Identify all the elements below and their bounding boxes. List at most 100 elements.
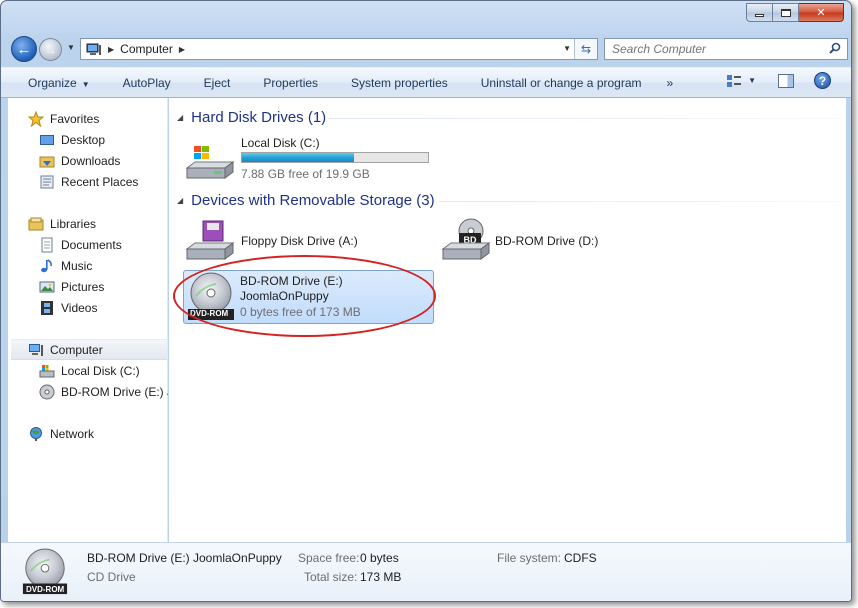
address-dropdown-icon[interactable]: ▼: [563, 44, 571, 53]
dvd-rom-badge: DVD-ROM: [26, 585, 65, 594]
system-properties-button[interactable]: System properties: [333, 76, 463, 90]
star-icon: [28, 110, 44, 127]
bd-rom-drive-icon: BD: [441, 218, 491, 260]
refresh-button[interactable]: ⇆: [574, 39, 597, 59]
sidebar-item-label: Desktop: [61, 132, 106, 147]
documents-icon: [41, 237, 53, 252]
group-title: Hard Disk Drives (1): [191, 108, 327, 126]
sidebar-item-label: Local Disk (C:): [61, 363, 140, 378]
eject-button[interactable]: Eject: [186, 76, 246, 90]
drive-tile-bd-rom-d[interactable]: BD BD-ROM Drive (D:): [439, 215, 669, 265]
sidebar-item-network[interactable]: Network: [28, 423, 94, 444]
sidebar-item-label: Network: [50, 426, 95, 441]
close-icon: ✕: [816, 7, 826, 19]
minimize-icon: [755, 14, 764, 17]
back-arrow-icon: ←: [16, 40, 32, 58]
command-bar: Organize ▼ AutoPlay Eject Properties Syst…: [1, 67, 851, 98]
space-free-value: 0 bytes: [360, 551, 399, 565]
refresh-icon: ⇆: [580, 42, 592, 56]
autoplay-button[interactable]: AutoPlay: [105, 76, 186, 90]
maximize-icon: [780, 8, 791, 17]
drive-tile-floppy-a[interactable]: Floppy Disk Drive (A:): [183, 215, 413, 265]
group-header-hard-disk-drives[interactable]: ◢ Hard Disk Drives (1): [177, 107, 326, 127]
sidebar-item-recent-places[interactable]: Recent Places: [39, 171, 138, 192]
content-pane: ◢ Hard Disk Drives (1) Local Disk (C:) 7…: [169, 98, 846, 542]
sidebar-item-downloads[interactable]: Downloads: [39, 150, 120, 171]
search-input[interactable]: [612, 42, 822, 56]
computer-icon: [86, 43, 101, 55]
minimize-button[interactable]: [746, 3, 773, 22]
sidebar-item-libraries[interactable]: Libraries: [28, 213, 96, 234]
sidebar-item-favorites[interactable]: Favorites: [28, 108, 99, 129]
drive-free-space: 7.88 GB free of 19.9 GB: [241, 167, 370, 181]
disk-usage-fill: [242, 153, 354, 162]
network-icon: [30, 426, 42, 441]
sidebar-item-label: Pictures: [61, 279, 105, 294]
help-icon[interactable]: ?: [814, 72, 831, 89]
navigation-row: ← → ▼ ▶ Computer ▶ ▼ ⇆: [9, 35, 848, 63]
drive-tile-local-disk-c[interactable]: Local Disk (C:) 7.88 GB free of 19.9 GB: [183, 134, 453, 186]
drive-free-space: 0 bytes free of 173 MB: [240, 305, 361, 319]
music-note-icon: [41, 258, 52, 272]
sidebar-item-local-disk[interactable]: Local Disk (C:): [39, 360, 140, 381]
drive-name: BD-ROM Drive (E:): [240, 274, 343, 288]
back-button[interactable]: ←: [11, 36, 37, 62]
sidebar-item-music[interactable]: Music: [39, 255, 92, 276]
dvd-rom-badge: DVD-ROM: [190, 309, 229, 318]
forward-button[interactable]: →: [39, 38, 62, 61]
organize-button[interactable]: Organize ▼: [1, 76, 105, 90]
sidebar-item-bd-rom-e[interactable]: BD-ROM Drive (E:) JoomlaOnPuppy: [39, 381, 168, 402]
more-commands-button[interactable]: »: [657, 76, 684, 90]
sidebar-item-documents[interactable]: Documents: [39, 234, 122, 255]
maximize-button[interactable]: [773, 3, 799, 22]
total-size-label: Total size:: [304, 570, 358, 584]
optical-disc-icon: [39, 384, 55, 399]
downloads-folder-icon: [39, 156, 55, 167]
uninstall-program-button[interactable]: Uninstall or change a program: [463, 76, 657, 90]
recent-pages-dropdown[interactable]: ▼: [67, 43, 75, 52]
floppy-drive-icon: [185, 220, 235, 260]
search-box[interactable]: [604, 38, 848, 60]
properties-button[interactable]: Properties: [245, 76, 333, 90]
breadcrumb-computer[interactable]: Computer: [120, 42, 173, 56]
collapse-caret-icon: ◢: [177, 112, 184, 122]
sidebar-item-label: Recent Places: [61, 174, 139, 189]
sidebar-item-desktop[interactable]: Desktop: [39, 129, 105, 150]
details-title: BD-ROM Drive (E:) JoomlaOnPuppy: [87, 551, 282, 565]
sidebar-item-label: Documents: [61, 237, 122, 252]
organize-label: Organize: [28, 75, 77, 90]
explorer-window: ✕ ← → ▼ ▶ Computer ▶ ▼ ⇆ Organi: [0, 0, 852, 602]
sidebar-item-computer[interactable]: Computer: [11, 339, 167, 360]
windows-hard-drive-icon: [185, 146, 235, 179]
group-header-removable-storage[interactable]: ◢ Devices with Removable Storage (3): [177, 190, 435, 210]
sidebar-item-label: Libraries: [50, 216, 97, 231]
view-controls: ▼ ?: [726, 72, 851, 89]
breadcrumb-separator-icon[interactable]: ▶: [108, 45, 114, 54]
sidebar-item-label: Music: [61, 258, 93, 273]
collapse-caret-icon: ◢: [177, 195, 184, 205]
details-pane: DVD-ROM BD-ROM Drive (E:) JoomlaOnPuppy …: [1, 542, 851, 601]
sidebar-item-videos[interactable]: Videos: [39, 297, 97, 318]
drive-name: Local Disk (C:): [241, 136, 320, 150]
drive-tile-bd-rom-e[interactable]: DVD-ROM BD-ROM Drive (E:) JoomlaOnPuppy …: [183, 270, 434, 324]
group-divider: [439, 201, 839, 202]
breadcrumb-separator-icon[interactable]: ▶: [179, 45, 185, 54]
sidebar-item-label: BD-ROM Drive (E:) JoomlaOnPuppy: [61, 384, 168, 399]
search-icon[interactable]: [829, 42, 841, 54]
close-button[interactable]: ✕: [799, 3, 844, 22]
chevron-down-icon: ▼: [81, 79, 90, 89]
address-bar[interactable]: ▶ Computer ▶ ▼ ⇆: [80, 38, 598, 60]
view-options-dropdown-icon[interactable]: ▼: [748, 76, 756, 85]
hard-drive-icon: [39, 364, 55, 377]
change-view-icon[interactable]: [726, 74, 742, 88]
details-type: CD Drive: [87, 570, 136, 584]
forward-arrow-icon: →: [44, 42, 57, 57]
sidebar-item-label: Videos: [61, 300, 98, 315]
preview-pane-icon[interactable]: [778, 73, 794, 88]
navigation-pane: Favorites Desktop Downloads Recent Place…: [8, 98, 168, 542]
sidebar-item-pictures[interactable]: Pictures: [39, 276, 104, 297]
caption-buttons: ✕: [746, 3, 844, 22]
drive-name: Floppy Disk Drive (A:): [241, 234, 358, 248]
computer-icon: [29, 343, 43, 356]
desktop-icon: [40, 134, 54, 145]
